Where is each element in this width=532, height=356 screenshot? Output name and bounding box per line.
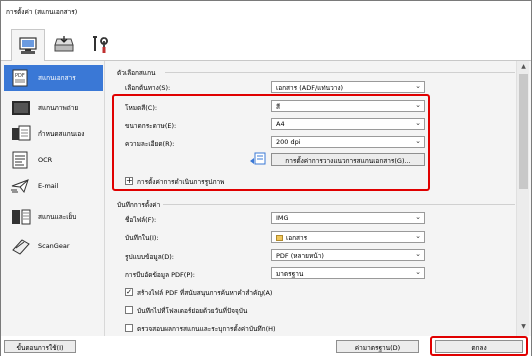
save-settings-title: บันทึกการตั้งค่า [117, 201, 161, 209]
sidebar-item-label: สแกนและเย็บ [38, 213, 77, 221]
highlight-frame [112, 94, 430, 191]
stitch-icon [9, 206, 33, 228]
save-in-label: บันทึกใน(I): [125, 234, 159, 242]
chevron-down-icon: ⌄ [415, 268, 421, 276]
chevron-down-icon: ⌄ [415, 250, 421, 258]
folder-icon [276, 235, 283, 241]
pdf-compression-select[interactable]: มาตรฐาน ⌄ [271, 267, 425, 279]
searchable-pdf-checkbox[interactable]: ✓ [125, 288, 133, 296]
scroll-thumb[interactable] [519, 74, 528, 189]
sidebar-item-scangear[interactable]: ScanGear [9, 233, 101, 259]
general-settings-tab[interactable] [83, 29, 117, 61]
sidebar-item-label: OCR [38, 156, 53, 164]
sidebar-item-email[interactable]: E-mail [9, 173, 101, 199]
settings-dialog: การตั้งค่า (สแกนเอกสาร) PDF สแกนเอกสาร ส… [0, 0, 532, 356]
sidebar-item-label: สแกนเอกสาร [38, 74, 76, 82]
save-in-select[interactable]: เอกสาร ⌄ [271, 231, 425, 243]
svg-text:PDF: PDF [15, 73, 25, 79]
scanner-panel-icon [54, 36, 74, 52]
email-icon [9, 175, 33, 197]
source-label: เลือกต้นทาง(S): [125, 84, 171, 92]
top-tab-bar [1, 23, 531, 62]
highlight-frame [430, 336, 528, 356]
sidebar-item-photo-scan[interactable]: สแกนภาพถ่าย [9, 95, 101, 121]
check-results-checkbox[interactable] [125, 324, 133, 332]
sidebar-item-label: E-mail [38, 182, 59, 190]
instructions-button[interactable]: ขั้นตอนการใช้(I) [4, 340, 76, 353]
settings-panel: ตัวเลือกสแกน เลือกต้นทาง(S): เอกสาร (ADF… [104, 61, 531, 336]
pdf-compression-label: การบีบอัดข้อมูล PDF(P): [125, 271, 195, 279]
sidebar-item-label: สแกนภาพถ่าย [38, 104, 79, 112]
sidebar-item-label: ScanGear [38, 242, 70, 250]
subfolder-checkbox[interactable] [125, 306, 133, 314]
file-name-label: ชื่อไฟล์(F): [125, 216, 157, 224]
tools-icon [93, 36, 108, 53]
check-results-label: ตรวจสอบผลการสแกนและระบุการตั้งค่าบันทึก(… [137, 325, 276, 333]
sidebar-item-scan-and-stitch[interactable]: สแกนและเย็บ [9, 204, 101, 230]
sidebar-item-document-scan[interactable]: PDF สแกนเอกสาร [4, 65, 103, 91]
file-name-input[interactable]: IMG ⌄ [271, 212, 425, 224]
scan-from-operation-panel-tab[interactable] [47, 29, 81, 61]
document-scan-icon: PDF [9, 67, 33, 89]
sidebar-item-label: กำหนดสแกนเอง [38, 130, 85, 138]
sidebar-item-ocr[interactable]: OCR [9, 147, 101, 173]
vertical-scrollbar[interactable]: ▲ ▼ [516, 61, 529, 336]
subfolder-label: บันทึกไปที่โฟลเดอร์ย่อยด้วยวันที่ปัจจุบั… [137, 307, 248, 315]
searchable-pdf-label: สร้างไฟล์ PDF ที่สนับสนุนการค้นหาคำสำคัญ… [137, 289, 273, 297]
window-title: การตั้งค่า (สแกนเอกสาร) [1, 1, 531, 23]
scan-options-title: ตัวเลือกสแกน [117, 69, 156, 77]
scangear-icon [9, 235, 33, 257]
group-divider [165, 72, 515, 73]
ocr-icon [9, 149, 33, 171]
data-format-select[interactable]: PDF (หลายหน้า) ⌄ [271, 249, 425, 261]
photo-scan-icon [9, 97, 33, 119]
chevron-down-icon: ⌄ [415, 232, 421, 240]
chevron-down-icon: ⌄ [415, 213, 421, 221]
sidebar: PDF สแกนเอกสาร สแกนภาพถ่าย กำหนดสแกนเอง … [1, 61, 104, 336]
chevron-down-icon: ⌄ [415, 82, 421, 90]
group-divider [163, 204, 515, 205]
scroll-down-icon[interactable]: ▼ [519, 323, 528, 332]
scroll-up-icon[interactable]: ▲ [519, 63, 528, 72]
defaults-button[interactable]: ค่ามาตรฐาน(D) [336, 340, 419, 353]
computer-scan-icon [19, 36, 37, 54]
source-select[interactable]: เอกสาร (ADF/แท่นวาง) ⌄ [271, 81, 425, 93]
custom-scan-icon [9, 123, 33, 145]
scan-from-computer-tab[interactable] [11, 29, 45, 62]
dialog-footer: ขั้นตอนการใช้(I) ค่ามาตรฐาน(D) ตกลง [1, 336, 531, 356]
sidebar-item-custom-scan[interactable]: กำหนดสแกนเอง [9, 121, 101, 147]
data-format-label: รูปแบบข้อมูล(D): [125, 253, 174, 261]
